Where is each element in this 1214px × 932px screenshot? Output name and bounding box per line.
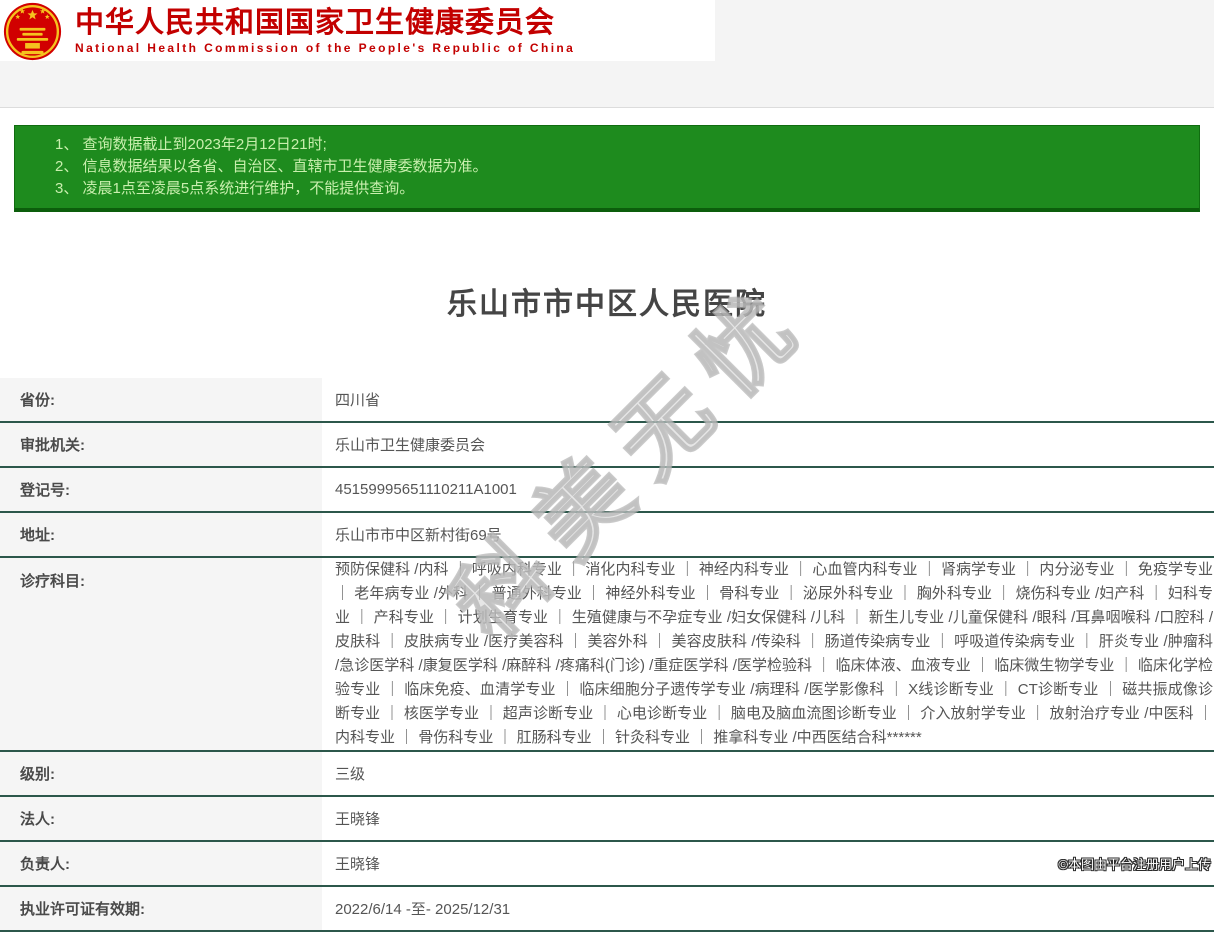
table-row-province: 省份: 四川省 [0, 378, 1214, 422]
hospital-info-table: 省份: 四川省 审批机关: 乐山市卫生健康委员会 登记号: 4515999565… [0, 378, 1214, 932]
site-title-english: National Health Commission of the People… [75, 41, 575, 55]
table-row-license-validity: 执业许可证有效期: 2022/6/14 -至- 2025/12/31 [0, 886, 1214, 931]
row-value: 乐山市市中区新村街69号 [322, 512, 1214, 557]
hospital-name-title: 乐山市市中区人民医院 [0, 232, 1214, 358]
table-row-address: 地址: 乐山市市中区新村街69号 [0, 512, 1214, 557]
row-label: 审批机关: [0, 422, 322, 467]
row-value: 乐山市卫生健康委员会 [322, 422, 1214, 467]
row-value: 45159995651110211A1001 [322, 467, 1214, 512]
site-title-chinese: 中华人民共和国国家卫生健康委员会 [75, 7, 575, 39]
notice-line: 2、 信息数据结果以各省、自治区、直辖市卫生健康委数据为准。 [55, 156, 1189, 178]
row-value: 三级 [322, 751, 1214, 796]
table-row-registration-number: 登记号: 45159995651110211A1001 [0, 467, 1214, 512]
row-value: 预防保健科 /内科 ｜ 呼吸内科专业 ｜ 消化内科专业 ｜ 神经内科专业 ｜ 心… [322, 557, 1214, 751]
row-value: 2022/6/14 -至- 2025/12/31 [322, 886, 1214, 931]
row-label: 地址: [0, 512, 322, 557]
row-label: 登记号: [0, 467, 322, 512]
table-row-medical-subjects: 诊疗科目: 预防保健科 /内科 ｜ 呼吸内科专业 ｜ 消化内科专业 ｜ 神经内科… [0, 557, 1214, 751]
row-label: 执业许可证有效期: [0, 886, 322, 931]
national-emblem-icon [3, 2, 62, 61]
table-row-person-in-charge: 负责人: 王晓锋 [0, 841, 1214, 886]
row-value: 四川省 [322, 378, 1214, 422]
table-row-legal-person: 法人: 王晓锋 [0, 796, 1214, 841]
notice-line: 1、 查询数据截止到2023年2月12日21时; [55, 134, 1189, 156]
row-value: 王晓锋 [322, 796, 1214, 841]
row-label: 负责人: [0, 841, 322, 886]
row-label: 诊疗科目: [0, 557, 322, 751]
row-label: 级别: [0, 751, 322, 796]
notice-line: 3、 凌晨1点至凌晨5点系统进行维护，不能提供查询。 [55, 178, 1189, 200]
header-titles: 中华人民共和国国家卫生健康委员会 National Health Commiss… [75, 7, 575, 55]
row-label: 法人: [0, 796, 322, 841]
site-header: 中华人民共和国国家卫生健康委员会 National Health Commiss… [0, 0, 715, 61]
row-label: 省份: [0, 378, 322, 422]
notice-box: 1、 查询数据截止到2023年2月12日21时; 2、 信息数据结果以各省、自治… [14, 125, 1200, 212]
top-band: 中华人民共和国国家卫生健康委员会 National Health Commiss… [0, 0, 1214, 108]
corner-credit-watermark: ©本图由平台注册用户上传 [1058, 854, 1211, 873]
table-row-level: 级别: 三级 [0, 751, 1214, 796]
table-row-approval-authority: 审批机关: 乐山市卫生健康委员会 [0, 422, 1214, 467]
